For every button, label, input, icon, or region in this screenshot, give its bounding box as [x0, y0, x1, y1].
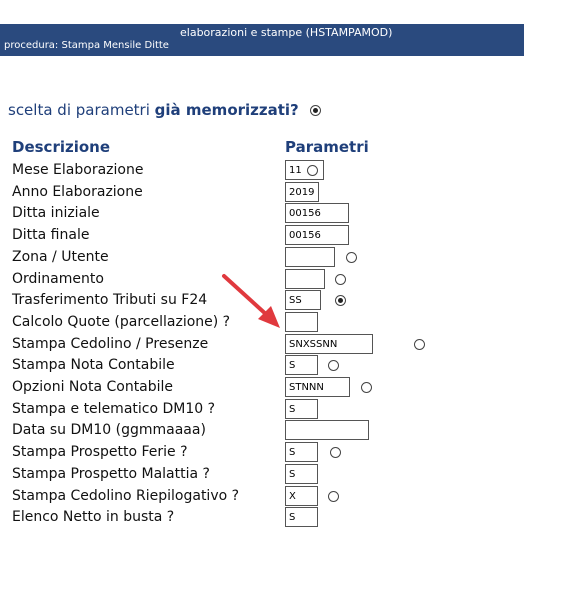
param-input[interactable]: X: [285, 485, 318, 506]
saved-params-prefix: scelta di parametri: [8, 101, 155, 119]
param-label: Ditta iniziale: [12, 205, 100, 222]
param-radio[interactable]: [328, 360, 339, 372]
param-label: Anno Elaborazione: [12, 183, 143, 200]
param-label: Ordinamento: [12, 270, 104, 287]
param-label: Stampa Prospetto Malattia ?: [12, 465, 210, 482]
param-input[interactable]: 00156: [285, 225, 349, 246]
param-input[interactable]: S: [285, 507, 318, 528]
param-input[interactable]: [285, 246, 335, 267]
param-radio[interactable]: [346, 251, 357, 263]
param-row: Stampa Cedolino / Presenze SNXSSNN: [0, 333, 560, 357]
param-radio[interactable]: [307, 165, 318, 176]
param-input[interactable]: STNNN: [285, 377, 350, 397]
param-row: Stampa Prospetto Ferie ? S: [0, 441, 560, 465]
param-input[interactable]: 11: [285, 160, 324, 180]
param-label: Stampa Cedolino Riepilogativo ?: [12, 487, 240, 504]
param-label: Stampa e telematico DM10 ?: [12, 400, 216, 417]
param-label: Elenco Netto in busta ?: [12, 509, 175, 526]
param-row: Data su DM10 (ggmmaaaa): [0, 419, 560, 443]
saved-params-radio[interactable]: [309, 105, 321, 116]
banner-title: elaborazioni e stampe (HSTAMPAMOD): [180, 26, 393, 39]
banner-procedure: procedura: Stampa Mensile Ditte: [4, 40, 169, 51]
param-input[interactable]: [285, 311, 318, 332]
param-label: Stampa Prospetto Ferie ?: [12, 444, 188, 461]
param-row: Stampa Prospetto Malattia ? S: [0, 463, 560, 487]
param-row: Opzioni Nota Contabile STNNN: [0, 376, 560, 400]
param-radio[interactable]: [361, 382, 372, 393]
header-descrizione: Descrizione: [12, 138, 111, 156]
param-label: Data su DM10 (ggmmaaaa): [12, 422, 206, 439]
red-arrow-icon: [222, 274, 280, 328]
param-input[interactable]: S: [285, 463, 318, 484]
param-input[interactable]: 00156: [285, 203, 349, 224]
title-banner: elaborazioni e stampe (HSTAMPAMOD) proce…: [0, 24, 524, 56]
param-radio[interactable]: [330, 447, 341, 459]
param-input[interactable]: S: [285, 355, 318, 376]
param-input[interactable]: SNXSSNN: [285, 333, 373, 354]
param-input[interactable]: [285, 420, 369, 441]
param-row: Stampa Cedolino Riepilogativo ? X: [0, 485, 560, 509]
param-input[interactable]: [285, 268, 325, 289]
saved-params-prompt: scelta di parametri già memorizzati?: [8, 101, 321, 119]
param-row: Mese Elaborazione 11: [0, 159, 560, 183]
param-radio[interactable]: [328, 490, 339, 502]
param-row: Anno Elaborazione 2019: [0, 181, 560, 205]
param-label: Zona / Utente: [12, 248, 109, 265]
param-input[interactable]: S: [285, 398, 318, 419]
param-radio[interactable]: [335, 273, 346, 285]
param-label: Stampa Cedolino / Presenze: [12, 335, 209, 352]
param-radio[interactable]: [414, 338, 425, 350]
param-row: Stampa Nota Contabile S: [0, 354, 560, 378]
param-input[interactable]: 2019: [285, 181, 319, 202]
param-label: Calcolo Quote (parcellazione) ?: [12, 313, 231, 330]
param-row: Stampa e telematico DM10 ? S: [0, 398, 560, 422]
param-input[interactable]: SS: [285, 290, 321, 311]
param-row: Ditta iniziale 00156: [0, 202, 560, 226]
header-parametri: Parametri: [285, 138, 369, 156]
param-radio[interactable]: [335, 295, 346, 307]
param-row: Elenco Netto in busta ? S: [0, 506, 560, 530]
param-input[interactable]: S: [285, 442, 318, 463]
param-label: Stampa Nota Contabile: [12, 357, 175, 374]
saved-params-bold: già memorizzati?: [154, 101, 299, 119]
param-label: Mese Elaborazione: [12, 162, 144, 178]
param-label: Opzioni Nota Contabile: [12, 379, 174, 395]
param-row: Zona / Utente: [0, 246, 560, 270]
param-row: Ditta finale 00156: [0, 224, 560, 248]
param-label: Trasferimento Tributi su F24: [12, 292, 208, 309]
param-label: Ditta finale: [12, 227, 90, 244]
